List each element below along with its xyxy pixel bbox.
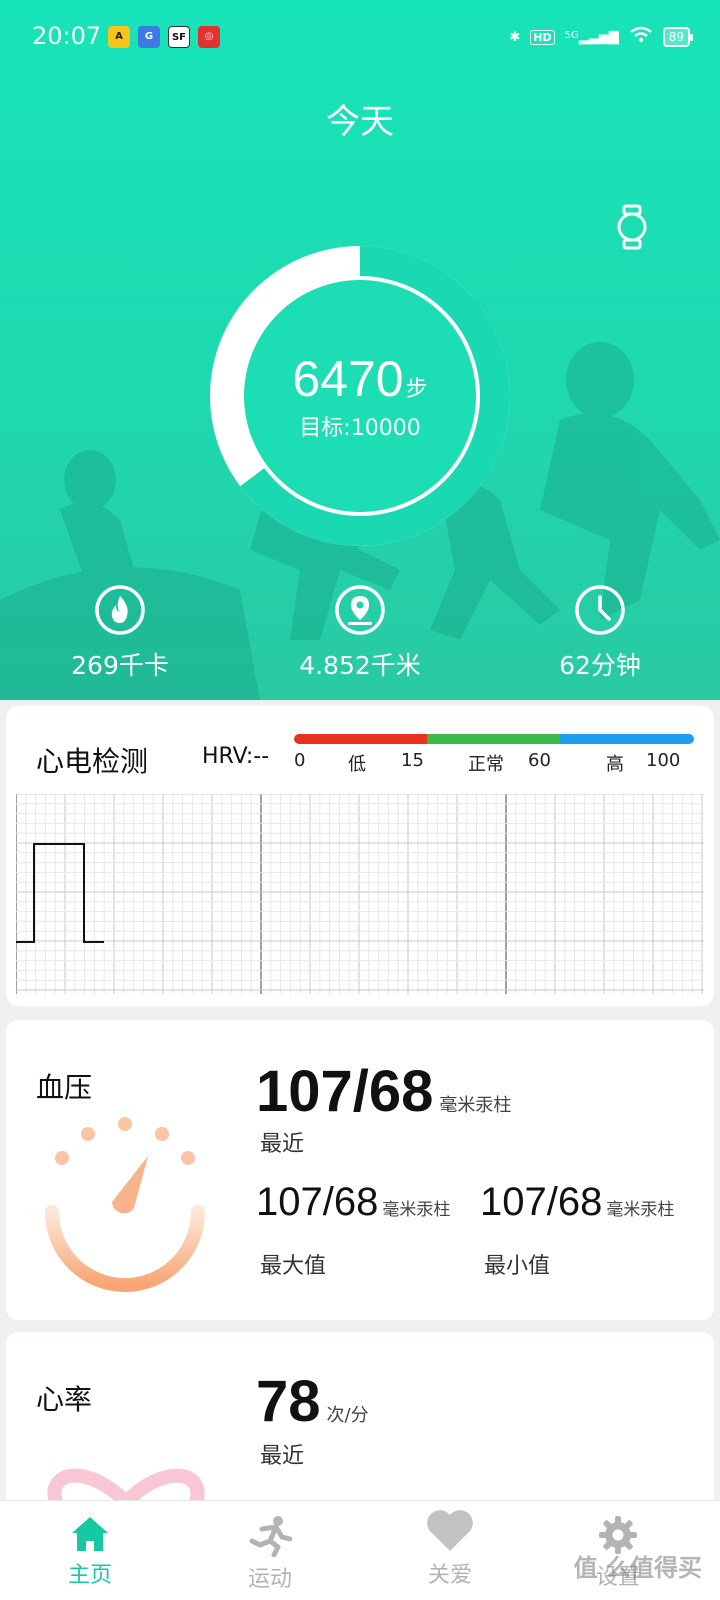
- bp-min-value: 107/68: [480, 1180, 603, 1224]
- calories-stat: 269千卡: [20, 584, 220, 682]
- app-a-icon: A: [108, 26, 130, 48]
- step-count-unit: 步: [405, 377, 428, 402]
- step-goal: 目标:10000: [299, 416, 421, 441]
- bp-latest-label: 最近: [260, 1132, 305, 1157]
- ecg-card[interactable]: 心电检测 HRV:-- 0 低 15 正常 60 高 100: [6, 706, 714, 1006]
- app-game-icon: G: [138, 26, 160, 48]
- ecg-calibration-pulse: [16, 843, 104, 943]
- step-count: 6470步: [0, 350, 720, 408]
- bp-latest: 107/68 毫米汞柱: [256, 1058, 511, 1125]
- hrv-label-0: 0: [294, 750, 306, 771]
- distance-value: 4.852千米: [299, 651, 421, 680]
- nav-home-label: 主页: [67, 1563, 112, 1588]
- nav-sport[interactable]: 运动: [210, 1501, 330, 1600]
- hr-value: 78: [256, 1369, 321, 1434]
- step-count-value: 6470: [292, 351, 404, 407]
- bp-latest-unit: 毫米汞柱: [439, 1095, 512, 1116]
- hrv-scale-labels: 0 低 15 正常 60 高 100: [294, 750, 694, 775]
- bp-label: 血压: [36, 1071, 93, 1104]
- ecg-title: 心电检测: [36, 745, 149, 778]
- hr-label: 心率: [36, 1383, 93, 1416]
- hr-latest: 78 次/分: [256, 1368, 369, 1435]
- system-icons: ✱ HD 5G▂▃▅▇ 89: [509, 26, 694, 48]
- heart-icon: [427, 1510, 473, 1551]
- status-time: 20:07: [32, 22, 102, 50]
- nav-home[interactable]: 主页: [30, 1501, 150, 1600]
- bp-max-value: 107/68: [256, 1180, 379, 1224]
- nav-care-label: 关爱: [427, 1563, 472, 1588]
- nav-care[interactable]: 关爱: [390, 1501, 510, 1600]
- blood-pressure-card[interactable]: 血压 107/68 毫米汞柱 最近 107/68 毫米汞柱 最大值 107/68 毫米…: [6, 1020, 714, 1320]
- hrv-normal-segment: [427, 734, 561, 744]
- page-title: 今天: [326, 102, 394, 142]
- heart-rate-card[interactable]: 心率 78 次/分 最近: [6, 1332, 714, 1512]
- app-sf-icon: SF: [168, 26, 190, 48]
- hrv-scale-bar: [294, 734, 694, 744]
- app-music-icon: ◎: [198, 26, 220, 48]
- hr-unit: 次/分: [326, 1405, 369, 1426]
- hrv-label-60: 60: [528, 750, 551, 771]
- gauge-icon: [45, 1117, 205, 1292]
- running-icon: [249, 1516, 292, 1557]
- signal-icon: 5G▂▃▅▇: [564, 29, 619, 45]
- hrv-label-high: 高: [606, 754, 624, 775]
- bp-max-unit: 毫米汞柱: [382, 1200, 451, 1220]
- watch-icon[interactable]: [616, 204, 648, 250]
- distance-stat: 4.852千米: [260, 584, 460, 682]
- duration-value: 62分钟: [559, 651, 641, 680]
- battery-icon: 89: [662, 27, 694, 47]
- hrv-high-segment: [560, 734, 694, 744]
- bluetooth-icon: ✱: [509, 29, 521, 45]
- hrv-label-low: 低: [348, 754, 366, 775]
- status-bar: 20:07 A G SF ◎ ✱ HD 5G▂▃▅▇ 89: [0, 0, 720, 76]
- hd-badge: HD: [530, 29, 555, 45]
- watermark: 值 么值得买: [573, 1554, 702, 1582]
- flame-icon: [95, 585, 145, 635]
- nav-sport-label: 运动: [247, 1567, 292, 1592]
- hr-latest-label: 最近: [260, 1444, 305, 1469]
- bp-min: 107/68 毫米汞柱: [480, 1180, 674, 1225]
- hrv-value: HRV:--: [202, 744, 270, 769]
- duration-stat: 62分钟: [500, 584, 700, 682]
- calories-value: 269千卡: [71, 651, 169, 680]
- ecg-grid: [16, 794, 704, 994]
- home-icon: [72, 1517, 108, 1551]
- hrv-label-100: 100: [646, 750, 681, 771]
- bp-max: 107/68 毫米汞柱: [256, 1180, 450, 1225]
- hrv-label-15: 15: [401, 750, 424, 771]
- hrv-label-normal: 正常: [468, 754, 504, 775]
- bp-latest-value: 107/68: [256, 1059, 434, 1124]
- hrv-low-segment: [294, 734, 428, 744]
- clock-icon: [575, 585, 625, 635]
- bp-min-label: 最小值: [484, 1254, 551, 1279]
- location-pin-icon: [335, 585, 385, 635]
- bp-min-unit: 毫米汞柱: [606, 1200, 675, 1220]
- bp-max-label: 最大值: [260, 1254, 327, 1279]
- wifi-icon: [629, 26, 653, 48]
- notification-icons: A G SF ◎: [108, 26, 220, 48]
- hero-section: 20:07 A G SF ◎ ✱ HD 5G▂▃▅▇ 89 今天 6470步 目…: [0, 0, 720, 700]
